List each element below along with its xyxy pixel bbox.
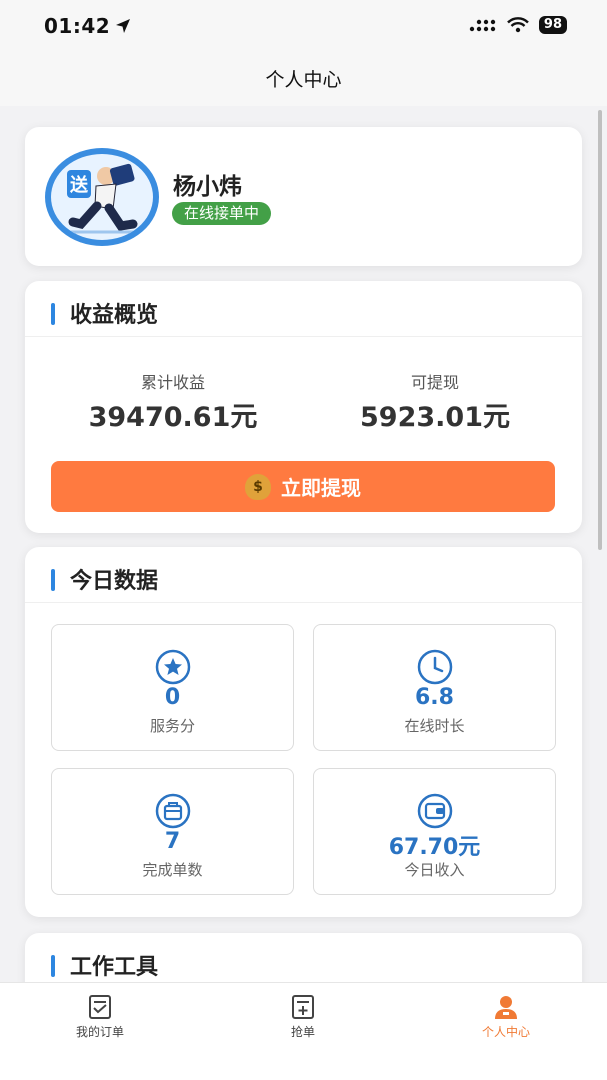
signal-icon	[469, 19, 496, 32]
section-title: 收益概览	[70, 303, 159, 328]
profile-icon	[495, 996, 517, 1019]
stat-completed-orders[interactable]: 7 完成单数	[51, 768, 294, 895]
tab-profile-center[interactable]: 个人中心	[446, 989, 566, 1049]
stat-label: 在线时长	[404, 717, 465, 735]
online-status-badge: 在线接单中	[172, 202, 272, 225]
total-earnings: 累计收益 39470.61元	[53, 369, 293, 434]
section-header: 今日数据	[25, 547, 582, 603]
status-time: 01:42	[44, 14, 111, 38]
stat-label: 今日收入	[404, 861, 465, 879]
nav-bar: 个人中心	[0, 56, 607, 106]
section-title: 工作工具	[70, 955, 159, 980]
withdraw-button[interactable]: $ 立即提现	[51, 461, 555, 512]
today-data-card: 今日数据 0 服务分 6.8 在线时长 7 完成单数 67.70元 今日收入	[25, 547, 582, 917]
stat-service-score[interactable]: 0 服务分	[51, 624, 294, 751]
scroll-content[interactable]: 送 杨小炜 在线接单中 收益概览 累计收益 39470.61元 可提现 5923…	[0, 106, 607, 982]
orders-icon	[89, 995, 111, 1019]
location-arrow-icon	[116, 19, 130, 33]
available-balance: 可提现 5923.01元	[315, 369, 555, 434]
bag-icon	[155, 793, 191, 829]
section-accent-bar	[51, 569, 55, 591]
withdraw-button-label: 立即提现	[281, 476, 361, 500]
battery-indicator: 98	[538, 16, 567, 34]
profile-card[interactable]: 送 杨小炜 在线接单中	[25, 127, 582, 266]
avatar[interactable]: 送	[45, 148, 159, 246]
wifi-icon	[507, 17, 529, 33]
stat-label: 服务分	[149, 717, 195, 735]
stat-value: 67.70元	[388, 835, 481, 860]
wallet-icon	[417, 793, 453, 829]
tab-label: 抢单	[290, 1025, 315, 1039]
stat-value: 0	[164, 685, 181, 710]
work-tools-card: 工作工具	[25, 933, 582, 982]
available-balance-label: 可提现	[410, 373, 459, 392]
tab-label: 我的订单	[75, 1025, 124, 1039]
clock-icon	[417, 649, 453, 685]
user-name: 杨小炜	[173, 174, 242, 200]
section-title: 今日数据	[70, 569, 159, 594]
section-accent-bar	[51, 303, 55, 325]
grab-order-icon	[292, 995, 314, 1019]
available-balance-value: 5923.01元	[360, 402, 510, 433]
tab-bar: 我的订单 抢单 个人中心	[0, 982, 607, 1080]
stat-value: 7	[164, 829, 181, 854]
courier-figure-icon	[68, 163, 141, 234]
section-accent-bar	[51, 955, 55, 977]
section-header: 工作工具	[25, 933, 582, 982]
stat-today-income[interactable]: 67.70元 今日收入	[313, 768, 556, 895]
money-bag-icon: $	[245, 473, 271, 500]
status-indicators: 98	[469, 16, 567, 34]
star-icon	[155, 649, 191, 685]
tab-grab-order[interactable]: 抢单	[243, 989, 363, 1049]
stat-value: 6.8	[415, 685, 454, 710]
total-earnings-value: 39470.61元	[88, 402, 258, 433]
stat-online-hours[interactable]: 6.8 在线时长	[313, 624, 556, 751]
status-bar: 01:42 98	[0, 0, 607, 56]
tab-label: 个人中心	[481, 1025, 530, 1039]
total-earnings-label: 累计收益	[140, 373, 205, 392]
section-header: 收益概览	[25, 281, 582, 337]
avatar-image: 送	[51, 154, 153, 240]
stat-label: 完成单数	[142, 861, 203, 879]
avatar-badge: 送	[67, 170, 91, 198]
earnings-card: 收益概览 累计收益 39470.61元 可提现 5923.01元 $ 立即提现	[25, 281, 582, 533]
tab-my-orders[interactable]: 我的订单	[40, 989, 160, 1049]
page-title: 个人中心	[265, 69, 342, 91]
scrollbar[interactable]	[598, 110, 602, 550]
